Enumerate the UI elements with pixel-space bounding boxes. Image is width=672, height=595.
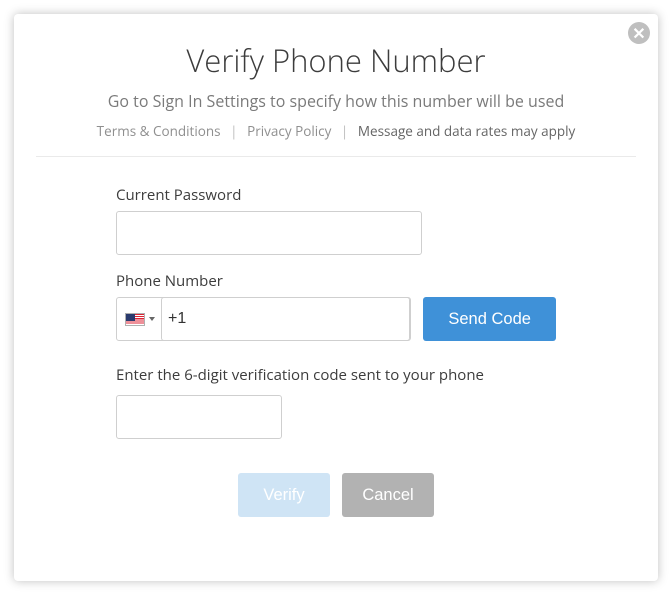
password-label: Current Password bbox=[116, 185, 556, 205]
verify-button[interactable]: Verify bbox=[238, 473, 330, 517]
country-selector[interactable] bbox=[125, 313, 161, 326]
cancel-button[interactable]: Cancel bbox=[342, 473, 434, 517]
modal-title: Verify Phone Number bbox=[36, 40, 636, 82]
rates-text: Message and data rates may apply bbox=[358, 122, 575, 140]
separator: | bbox=[335, 122, 354, 140]
current-password-input[interactable] bbox=[116, 211, 422, 255]
phone-label: Phone Number bbox=[116, 271, 556, 291]
chevron-down-icon bbox=[149, 317, 155, 321]
close-button[interactable]: ✕ bbox=[628, 22, 650, 44]
close-icon: ✕ bbox=[632, 25, 645, 41]
verify-phone-modal: ✕ Verify Phone Number Go to Sign In Sett… bbox=[14, 14, 658, 581]
us-flag-icon bbox=[125, 313, 145, 326]
password-group: Current Password bbox=[116, 185, 556, 255]
verify-form: Current Password Phone Number Send Code … bbox=[36, 157, 636, 517]
code-instruction: Enter the 6-digit verification code sent… bbox=[116, 365, 556, 385]
verification-code-input[interactable] bbox=[116, 395, 282, 439]
phone-input-wrap bbox=[116, 297, 411, 341]
privacy-link[interactable]: Privacy Policy bbox=[247, 122, 331, 140]
terms-link[interactable]: Terms & Conditions bbox=[97, 122, 221, 140]
phone-group: Phone Number Send Code bbox=[116, 271, 556, 341]
modal-header: Verify Phone Number Go to Sign In Settin… bbox=[36, 40, 636, 140]
phone-number-input[interactable] bbox=[161, 297, 410, 341]
modal-subtitle: Go to Sign In Settings to specify how th… bbox=[36, 90, 636, 112]
action-row: Verify Cancel bbox=[116, 473, 556, 517]
send-code-button[interactable]: Send Code bbox=[423, 297, 556, 341]
separator: | bbox=[224, 122, 243, 140]
legal-row: Terms & Conditions | Privacy Policy | Me… bbox=[36, 122, 636, 140]
phone-row: Send Code bbox=[116, 297, 556, 341]
